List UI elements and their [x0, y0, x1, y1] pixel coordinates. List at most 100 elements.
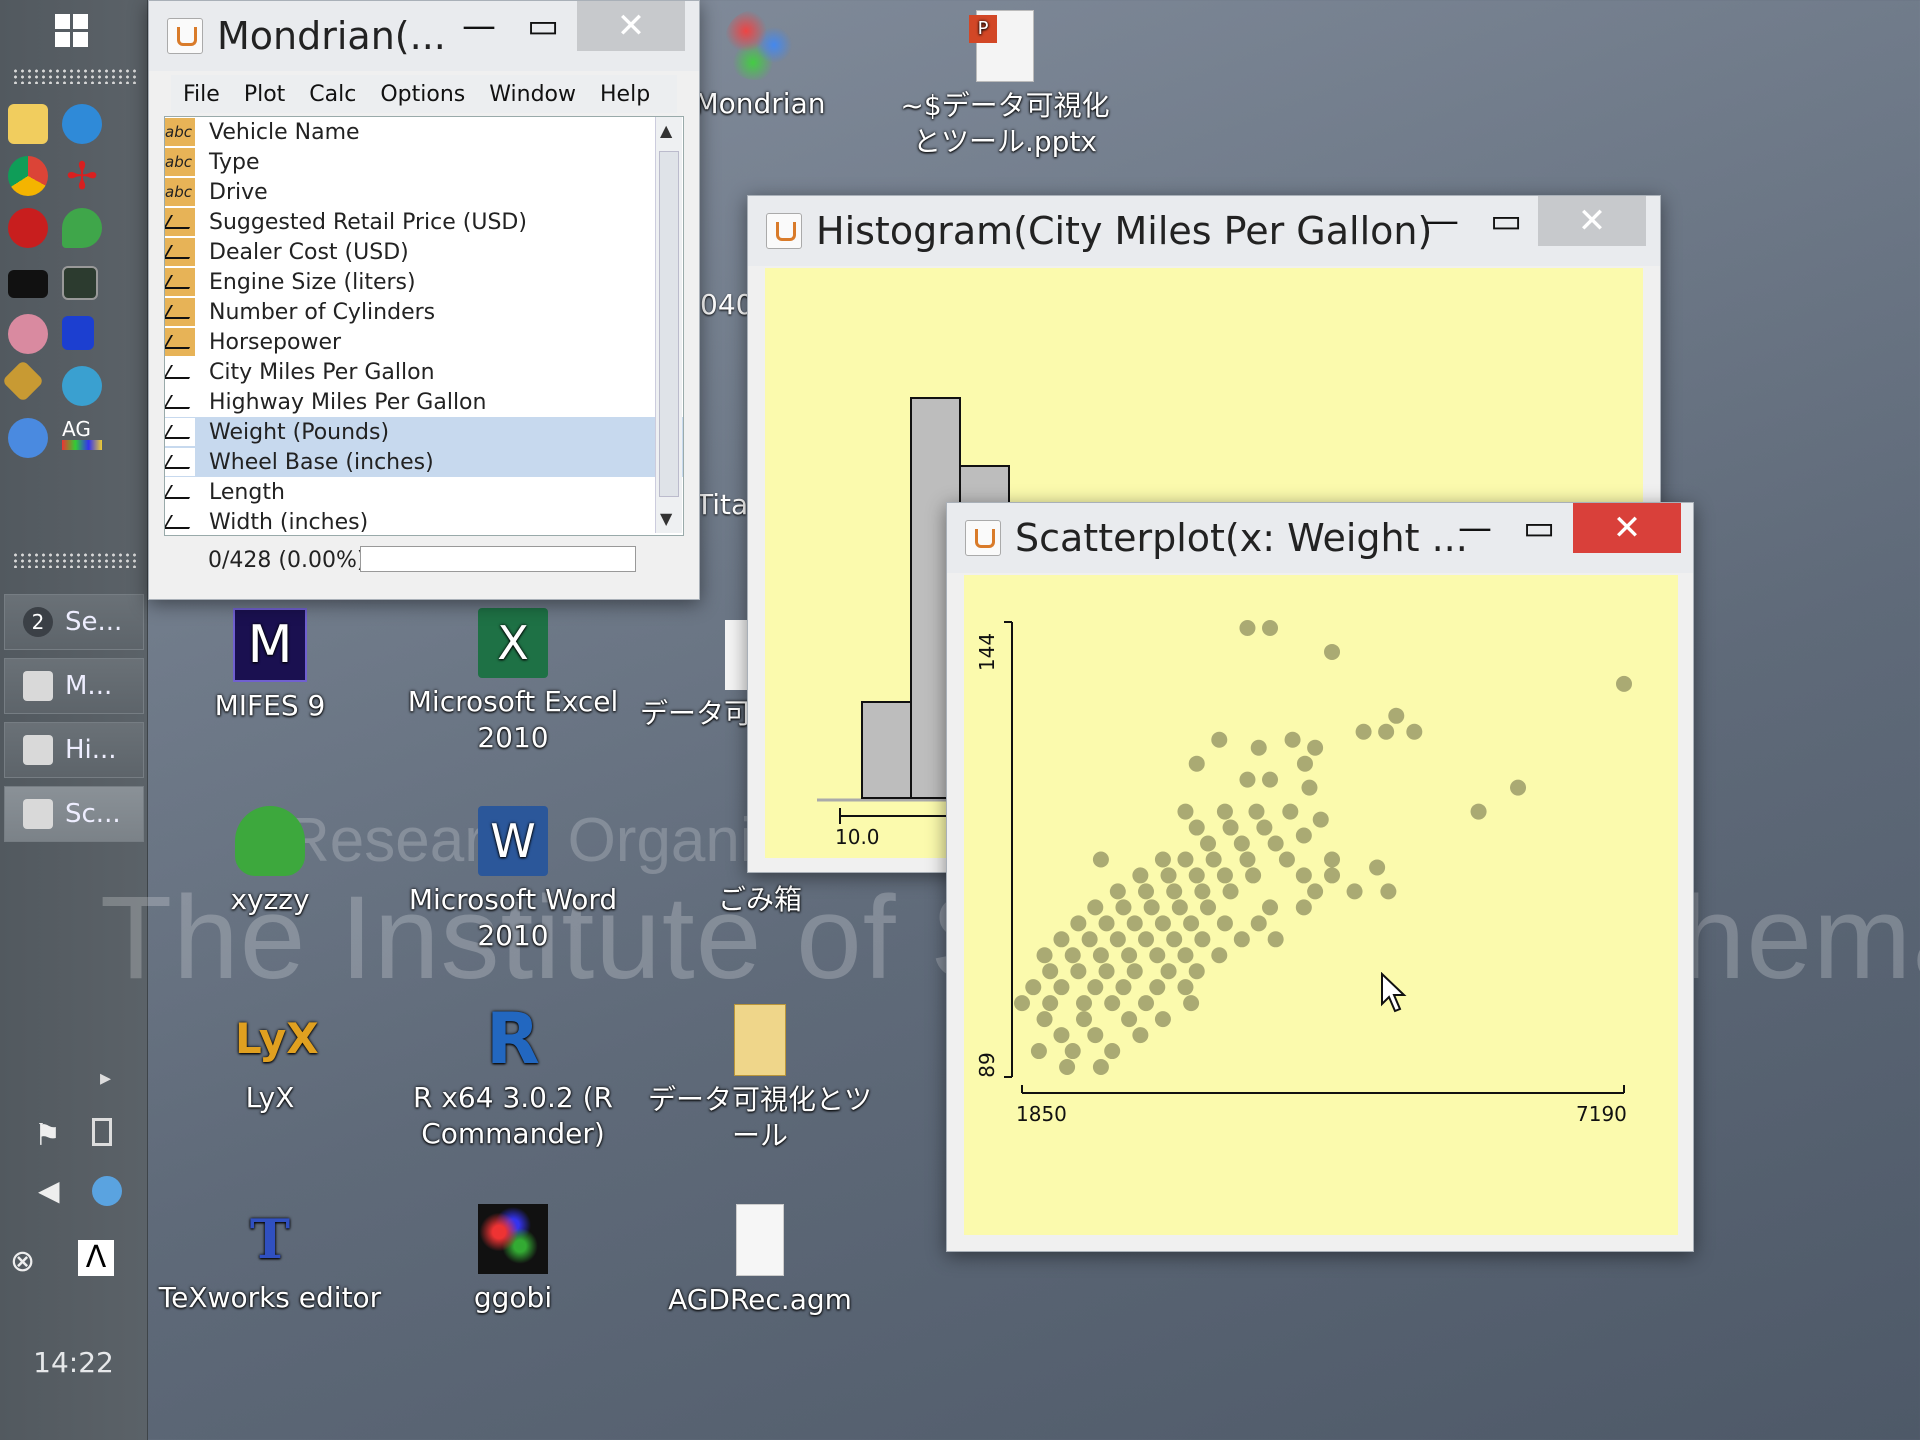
battery-icon[interactable] [92, 1118, 112, 1146]
scatter-point[interactable] [1143, 899, 1160, 916]
maximize-button[interactable]: ▭ [1476, 196, 1536, 246]
terminal-icon[interactable] [8, 270, 48, 298]
green-app-icon[interactable] [62, 208, 102, 248]
menu-file[interactable]: File [183, 82, 220, 107]
internet-explorer-icon[interactable] [62, 104, 102, 144]
scatter-point[interactable] [1183, 915, 1200, 932]
scatter-point[interactable] [1282, 803, 1299, 820]
scatter-point[interactable] [1126, 963, 1143, 980]
scatter-point[interactable] [1087, 899, 1104, 916]
scatter-point[interactable] [1149, 947, 1166, 964]
minimize-button[interactable]: — [1412, 196, 1472, 246]
variable-list[interactable]: abc Vehicle Name abc Type abc Drive Suggested … [164, 116, 684, 536]
toolbar-gripper[interactable] [12, 68, 136, 84]
variable-item[interactable]: Weight (Pounds) [165, 417, 683, 447]
scatter-point[interactable] [1132, 1027, 1149, 1044]
scroll-up-arrow-icon[interactable]: ▲ [660, 121, 672, 140]
histogram-bar[interactable] [861, 701, 912, 799]
close-button[interactable]: ✕ [1573, 503, 1681, 553]
network-tray-icon[interactable] [92, 1176, 122, 1206]
tray-expand-arrow-icon[interactable]: ▸ [100, 1066, 136, 1102]
scatter-point[interactable] [1154, 915, 1171, 932]
scatter-point[interactable] [1087, 979, 1104, 996]
scatter-point[interactable] [1160, 867, 1177, 884]
scatter-point[interactable] [1205, 851, 1222, 868]
scatter-point[interactable] [1025, 979, 1042, 996]
volume-icon[interactable]: ◀ [38, 1174, 74, 1210]
scatter-point[interactable] [1200, 899, 1217, 916]
scatter-point[interactable] [1233, 835, 1250, 852]
ag-app-icon[interactable]: AG [62, 418, 102, 458]
scatter-point[interactable] [1245, 867, 1262, 884]
variable-item[interactable]: Suggested Retail Price (USD) [165, 207, 683, 237]
scatter-point[interactable] [1177, 803, 1194, 820]
desktop-icon-texworks[interactable]: T TeXworks editor [155, 1204, 385, 1316]
windows-start-icon[interactable] [55, 14, 91, 50]
scatter-point[interactable] [1098, 915, 1115, 932]
globe-icon[interactable] [8, 418, 48, 458]
minimize-button[interactable]: — [449, 1, 509, 51]
scatter-point[interactable] [1160, 963, 1177, 980]
scatter-point[interactable] [1166, 931, 1183, 948]
scatter-point[interactable] [1183, 995, 1200, 1012]
scatter-point[interactable] [1324, 851, 1341, 868]
scatter-point[interactable] [1262, 771, 1279, 788]
action-center-flag-icon[interactable]: ⚑ [34, 1118, 70, 1154]
scrollbar-thumb[interactable] [659, 151, 679, 497]
dragonfly-icon[interactable]: ✢ [62, 156, 102, 196]
variable-item[interactable]: abc Vehicle Name [165, 117, 683, 147]
ime-off-icon[interactable]: ⊗ [10, 1244, 46, 1280]
scatter-point[interactable] [1248, 803, 1265, 820]
scatterplot-plot-area[interactable]: 1850 7190 144 89 [964, 575, 1678, 1235]
scatter-point[interactable] [1346, 883, 1363, 900]
scatter-point[interactable] [1053, 979, 1070, 996]
scatter-point[interactable] [1470, 803, 1487, 820]
scatter-point[interactable] [1064, 1043, 1081, 1060]
scatter-point[interactable] [1087, 1027, 1104, 1044]
close-button[interactable]: ✕ [1538, 196, 1646, 246]
scatter-point[interactable] [1388, 707, 1405, 724]
desktop-icon-pptx-temp[interactable]: P ~$データ可視化とツール.pptx [890, 10, 1120, 160]
desktop-icon-xyzzy[interactable]: xyzzy [155, 806, 385, 918]
scatter-point[interactable] [1267, 835, 1284, 852]
scatter-point[interactable] [1104, 1043, 1121, 1060]
blue-book-icon[interactable] [62, 316, 94, 350]
variable-item[interactable]: Length [165, 477, 683, 507]
variable-item[interactable]: Width (inches) [165, 507, 683, 535]
taskbar-item-mondrian[interactable]: M... [4, 658, 144, 714]
scatter-point[interactable] [1081, 931, 1098, 948]
scatter-point[interactable] [1171, 899, 1188, 916]
scatter-point[interactable] [1188, 755, 1205, 772]
scatter-point[interactable] [1138, 931, 1155, 948]
scatter-point[interactable] [1250, 915, 1267, 932]
scatter-point[interactable] [1194, 883, 1211, 900]
menu-plot[interactable]: Plot [244, 82, 285, 107]
variable-item[interactable]: Horsepower [165, 327, 683, 357]
scatter-point[interactable] [1064, 947, 1081, 964]
scatter-point[interactable] [1115, 899, 1132, 916]
scatter-point[interactable] [1138, 995, 1155, 1012]
variable-item[interactable]: Wheel Base (inches) [165, 447, 683, 477]
scatter-point[interactable] [1296, 755, 1313, 772]
scatter-point[interactable] [1211, 947, 1228, 964]
scatter-point[interactable] [1154, 1011, 1171, 1028]
desktop-icon-folder[interactable]: データ可視化とツール [640, 1004, 880, 1154]
chrome-icon[interactable] [8, 156, 48, 196]
scatter-point[interactable] [1177, 851, 1194, 868]
scatter-point[interactable] [1070, 963, 1087, 980]
scatter-point[interactable] [1295, 899, 1312, 916]
scatter-point[interactable] [1369, 859, 1386, 876]
taskbar-item-search[interactable]: 2 Se... [4, 594, 144, 650]
network-icon[interactable] [62, 366, 102, 406]
scatter-point[interactable] [1092, 851, 1109, 868]
scatter-point[interactable] [1109, 883, 1126, 900]
scatter-point[interactable] [1267, 931, 1284, 948]
scatter-point[interactable] [1200, 835, 1217, 852]
variable-item[interactable]: City Miles Per Gallon [165, 357, 683, 387]
menu-calc[interactable]: Calc [309, 82, 356, 107]
scatter-point[interactable] [1104, 995, 1121, 1012]
scatter-point[interactable] [1284, 731, 1301, 748]
variable-item[interactable]: abc Drive [165, 177, 683, 207]
desktop-icon-agdrec[interactable]: AGDRec.agm [645, 1204, 875, 1318]
scatter-point[interactable] [1262, 899, 1279, 916]
